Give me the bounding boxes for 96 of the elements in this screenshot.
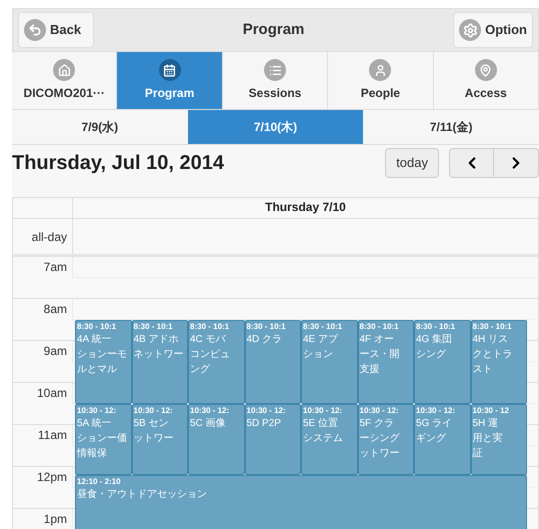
date-heading: Thursday, Jul 10, 2014 (12, 151, 224, 176)
map-pin-icon (474, 59, 497, 81)
event-title: ットワー (360, 447, 400, 461)
event-title: ング (190, 363, 210, 377)
event-block[interactable]: 10:30 - 12: 5G ライ ギング (414, 404, 470, 476)
person-icon (369, 59, 392, 81)
event-block[interactable]: 8:30 - 10:1 4B アドホ ネットワー (132, 320, 188, 404)
back-icon (24, 19, 46, 41)
event-title: ションー価 (77, 432, 127, 446)
event-block[interactable]: 10:30 - 12 5H 運 用と実 証 (470, 404, 527, 476)
event-title: 支援 (360, 362, 380, 377)
event-title: コンピュ (190, 348, 230, 362)
event-title: システム (303, 432, 343, 446)
hour-label: 12pm (36, 469, 67, 486)
event-block[interactable]: 8:30 - 10:1 4H リス クとトラ スト (470, 320, 527, 404)
event-time: 8:30 - 10:1 (190, 321, 230, 332)
hour-label: 9am (44, 343, 67, 360)
event-block[interactable]: 12:10 - 2:10 昼食・アウトドアセッション (75, 475, 527, 529)
event-block[interactable]: 8:30 - 10:1 4C モバ コンピュ ング (188, 320, 244, 404)
page-title: Program (242, 20, 304, 40)
event-title: ションーモ (77, 348, 127, 362)
event-block[interactable]: 10:30 - 12: 5E 位置 システム (301, 404, 358, 476)
event-time: 8:30 - 10:1 (360, 321, 399, 332)
event-title: ットワー (134, 432, 174, 446)
settings-icon (459, 19, 482, 41)
event-title: 4B アドホ (134, 333, 179, 347)
home-icon (53, 59, 76, 81)
event-time: 10:30 - 12: (360, 405, 399, 416)
event-title: ギング (416, 432, 446, 446)
list-icon (264, 59, 286, 81)
event-block[interactable]: 10:30 - 12: 5D P2P (244, 404, 301, 476)
event-block[interactable]: 10:30 - 12: 5F クラ ーシング ットワー (358, 404, 414, 476)
event-title: ース・開 (360, 348, 400, 362)
event-time: 10:30 - 12: (303, 405, 342, 416)
calendar-icon (158, 59, 181, 81)
event-title: 証 (472, 446, 482, 461)
event-title: ーシング (360, 432, 400, 446)
event-time: 10:30 - 12: (246, 405, 286, 416)
event-title: スト (472, 363, 492, 377)
event-block[interactable]: 8:30 - 10:1 4D クラ (244, 320, 301, 404)
event-title: 4A 統一 (77, 333, 112, 347)
event-block[interactable]: 8:30 - 10:1 4G 集団 シング (414, 320, 470, 404)
event-block[interactable]: 8:30 - 10:1 4A 統一 ションーモ ルとマル (75, 320, 132, 404)
event-title: 昼食・アウトドアセッション (77, 488, 207, 502)
today-button[interactable]: today (385, 148, 439, 178)
event-time: 10:30 - 12: (190, 405, 230, 416)
event-title: ネットワー (134, 348, 184, 362)
hour-label: 1pm (44, 511, 67, 528)
nav-tab[interactable]: Program (117, 52, 223, 109)
event-block[interactable]: 8:30 - 10:1 4F オー ース・開 支援 (358, 320, 414, 404)
previous-button[interactable] (449, 148, 494, 178)
event-title: クとトラ (472, 348, 512, 362)
event-title: シング (416, 348, 446, 362)
event-title: 5E 位置 (303, 416, 338, 431)
event-title: 5D P2P (246, 417, 281, 431)
event-time: 10:30 - 12: (134, 405, 173, 416)
event-time: 12:10 - 2:10 (77, 476, 121, 488)
event-block[interactable]: 10:30 - 12: 5A 統一 ションー価 情報保 (75, 404, 132, 476)
column-header: Thursday 7/10 (264, 199, 347, 216)
event-time: 8:30 - 10:1 (77, 321, 116, 332)
event-title: 5G ライ (416, 417, 452, 431)
event-time: 10:30 - 12: (416, 405, 456, 416)
event-title: ション (303, 348, 333, 362)
event-time: 10:30 - 12: (77, 405, 116, 416)
option-button[interactable]: Option (453, 12, 533, 48)
event-title: 5A 統一 (77, 417, 112, 431)
event-title: 4F オー (360, 333, 394, 347)
event-time: 8:30 - 10:1 (472, 321, 512, 332)
event-title: 情報保 (77, 446, 107, 461)
event-title: 5H 運 (472, 417, 498, 431)
event-title: 4C モバ (190, 333, 226, 347)
hour-label: 8am (44, 301, 67, 318)
event-title: 4E アプ (303, 332, 338, 347)
event-title: 用と実 (472, 432, 502, 446)
event-title: 5F クラ (360, 417, 394, 431)
event-block[interactable]: 8:30 - 10:1 4E アプ ション (301, 320, 358, 404)
event-time: 8:30 - 10:1 (416, 321, 456, 332)
event-block[interactable]: 10:30 - 12: 5B セン ットワー (132, 404, 188, 476)
event-block[interactable]: 10:30 - 12: 5C 画像 (188, 404, 244, 476)
back-button[interactable]: Back (18, 12, 94, 48)
hour-label: 11am (38, 427, 67, 444)
event-time: 8:30 - 10:1 (303, 321, 342, 332)
next-button[interactable] (494, 148, 539, 178)
event-title: ルとマル (77, 363, 117, 377)
all-day-label: all-day (32, 228, 67, 246)
hour-label: 7am (44, 259, 67, 276)
day-tab[interactable]: 7/10(木) (188, 110, 364, 144)
event-title: 4G 集団 (416, 333, 452, 347)
event-title: 4D クラ (246, 333, 282, 347)
event-time: 8:30 - 10:1 (134, 321, 173, 332)
event-title: 5C 画像 (190, 417, 226, 431)
event-time: 8:30 - 10:1 (246, 321, 286, 332)
event-title: 5B セン (134, 417, 169, 431)
event-time: 10:30 - 12 (472, 405, 509, 416)
hour-label: 10am (36, 385, 67, 402)
event-title: 4H リス (472, 333, 508, 347)
